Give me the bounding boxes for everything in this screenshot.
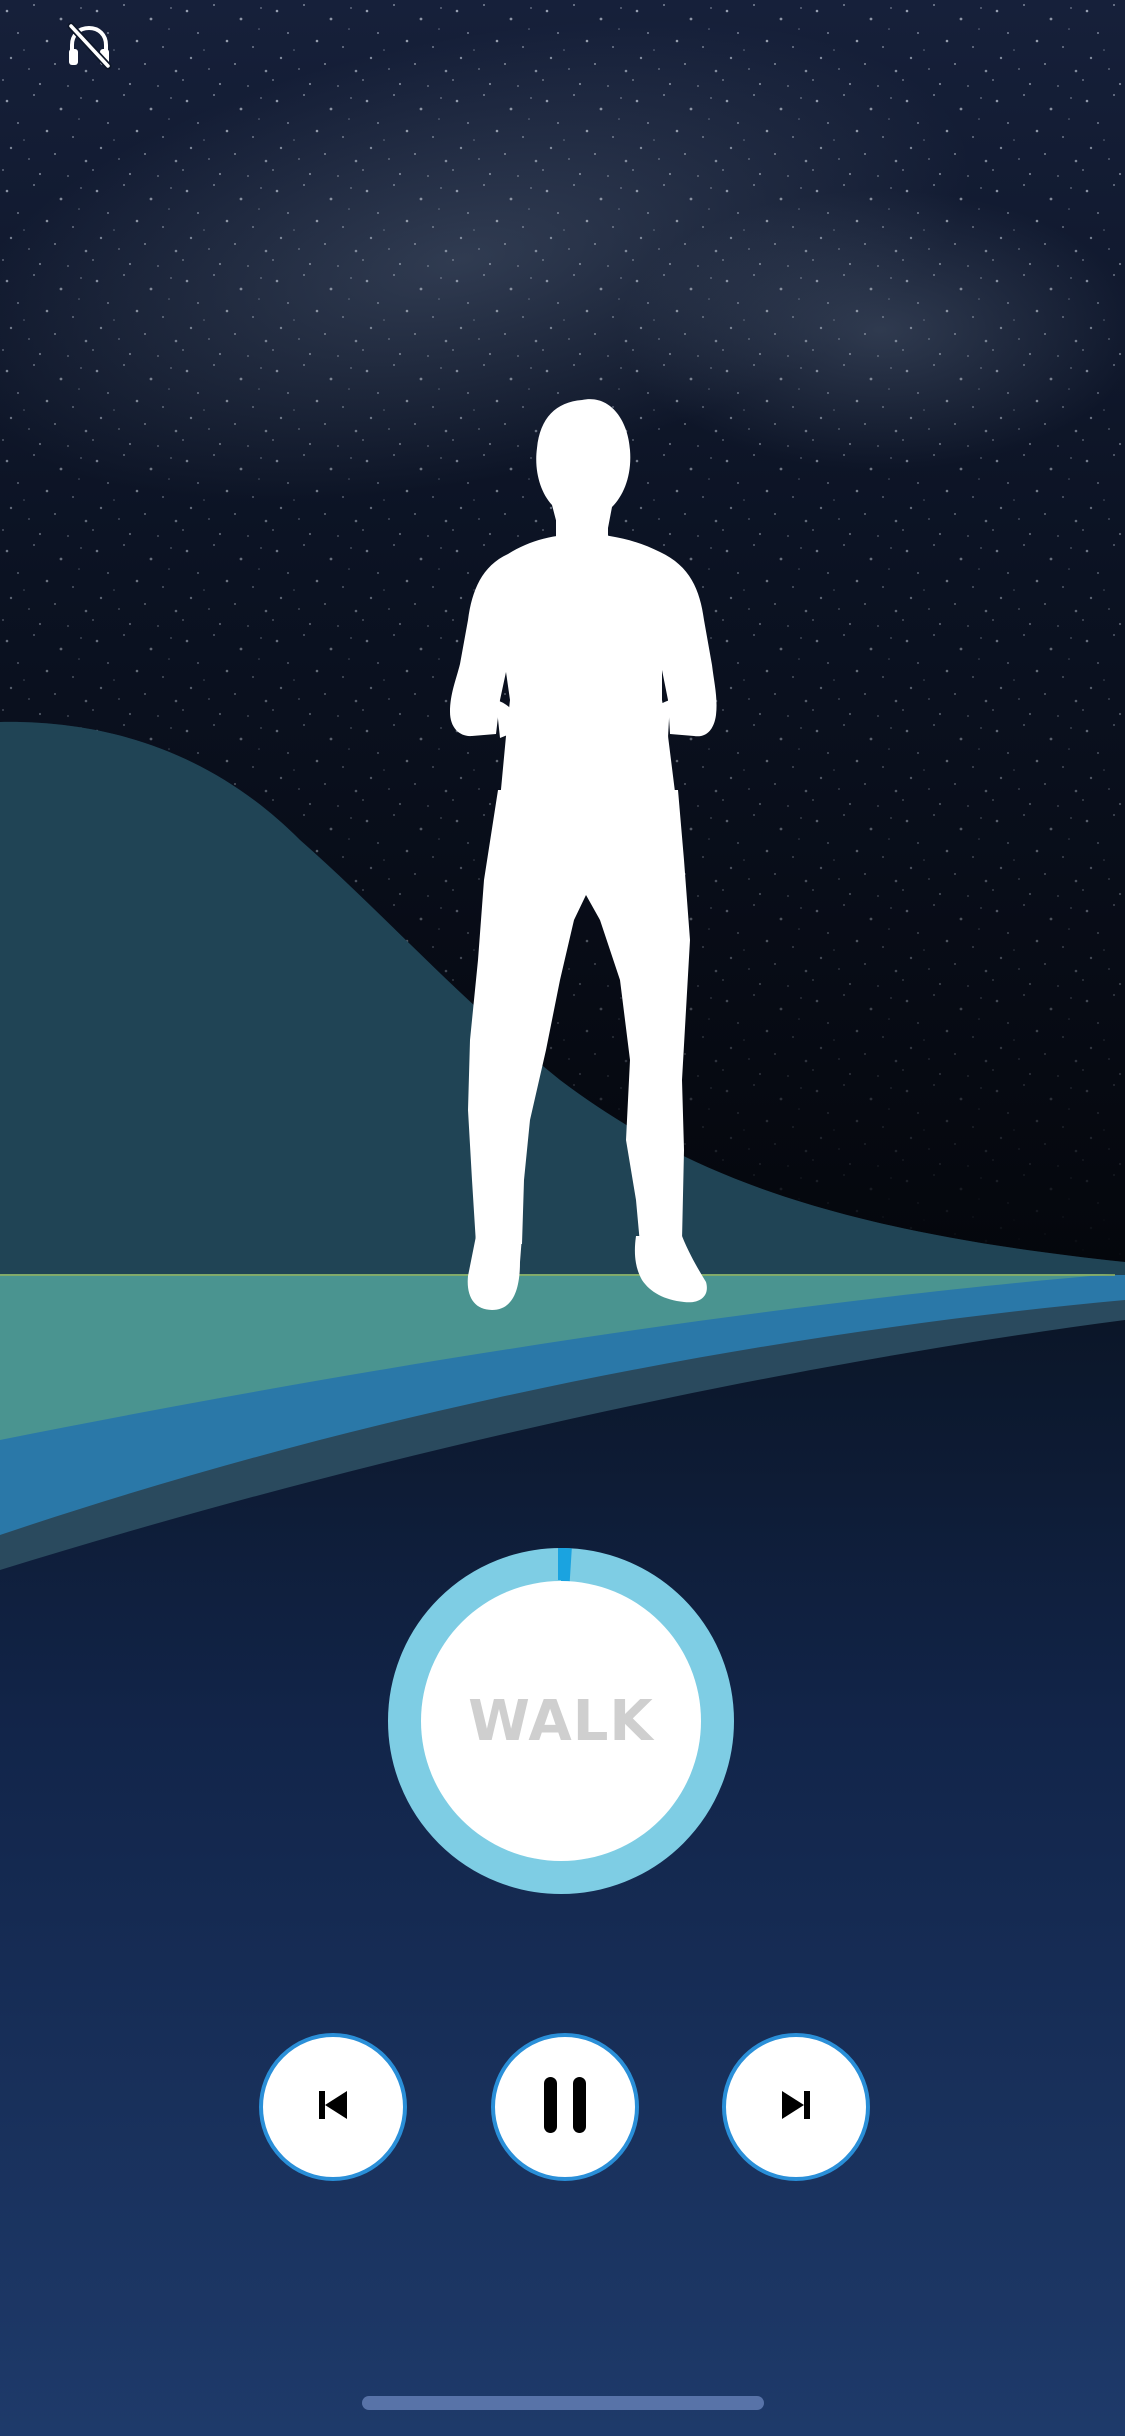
- home-indicator[interactable]: [362, 2396, 764, 2410]
- headphones-off-icon: [64, 20, 114, 74]
- pause-icon: [539, 2075, 591, 2139]
- activity-button[interactable]: WALK: [421, 1581, 701, 1861]
- headphones-toggle-button[interactable]: [54, 12, 124, 82]
- skip-previous-icon: [313, 2085, 353, 2129]
- next-button[interactable]: [722, 2033, 870, 2181]
- pause-button[interactable]: [491, 2033, 639, 2181]
- previous-button[interactable]: [259, 2033, 407, 2181]
- activity-label: WALK: [468, 1688, 654, 1754]
- activity-timer: WALK: [388, 1548, 734, 1894]
- progress-marker: [558, 1548, 565, 1580]
- walk-session-screen: WALK: [0, 0, 1125, 2436]
- skip-next-icon: [776, 2085, 816, 2129]
